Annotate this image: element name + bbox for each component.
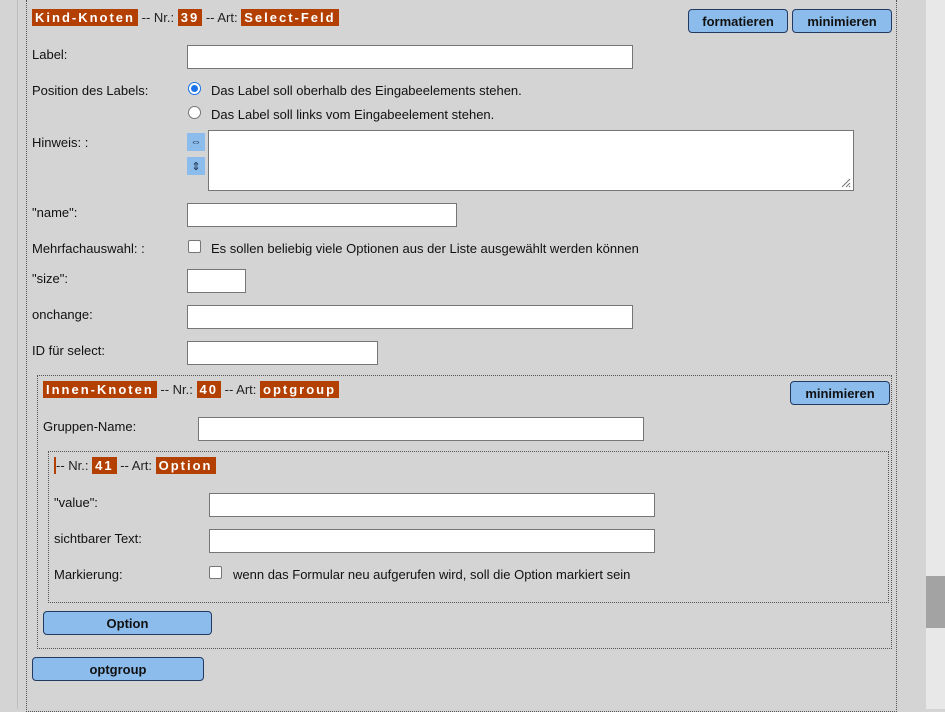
id-input[interactable] bbox=[187, 341, 378, 365]
scrollbar-thumb[interactable] bbox=[926, 576, 945, 628]
group-name-label: Gruppen-Name: bbox=[43, 419, 137, 434]
option-node-art-label: -- Art: bbox=[120, 458, 152, 473]
multiple-option-label: Es sollen beliebig viele Optionen aus de… bbox=[211, 241, 639, 256]
marking-option-label: wenn das Formular neu aufgerufen wird, s… bbox=[233, 567, 631, 582]
size-input[interactable] bbox=[187, 269, 246, 293]
add-option-button[interactable]: Option bbox=[43, 611, 212, 635]
inner-node-art-label: -- Art: bbox=[224, 382, 257, 397]
id-label: ID für select: bbox=[32, 343, 105, 358]
multiple-label: Mehrfachauswahl: : bbox=[32, 241, 145, 256]
value-label: "value": bbox=[54, 495, 98, 510]
size-label: "size": bbox=[32, 271, 68, 286]
inner-node-header: Innen-Knoten -- Nr.: 40 -- Art: optgroup bbox=[43, 381, 340, 398]
resize-grip-icon[interactable] bbox=[839, 176, 851, 188]
hint-textarea[interactable] bbox=[208, 130, 854, 191]
option-node-nr-label: -- Nr.: bbox=[56, 458, 89, 473]
position-label: Position des Labels: bbox=[32, 83, 149, 98]
label-input[interactable] bbox=[187, 45, 633, 69]
inner-node-art-value: optgroup bbox=[260, 381, 340, 398]
option-node-header: -- Nr.: 41 -- Art: Option bbox=[54, 457, 216, 474]
onchange-input[interactable] bbox=[187, 305, 633, 329]
name-label: "name": bbox=[32, 205, 78, 220]
child-node-header: Kind-Knoten -- Nr.: 39 -- Art: Select-Fe… bbox=[32, 9, 339, 26]
position-above-label: Das Label soll oberhalb des Eingabeeleme… bbox=[211, 83, 522, 98]
position-left-radio[interactable] bbox=[188, 106, 201, 119]
multiple-checkbox[interactable] bbox=[188, 240, 201, 253]
node-art-label: -- Art: bbox=[205, 10, 238, 25]
option-node-nr-value: 41 bbox=[92, 457, 117, 474]
resize-horizontal-icon[interactable]: ⇔ bbox=[187, 133, 205, 151]
node-art-value: Select-Feld bbox=[241, 9, 339, 26]
visible-text-label: sichtbarer Text: bbox=[54, 531, 142, 546]
visible-text-input[interactable] bbox=[209, 529, 655, 553]
node-type-tag: Kind-Knoten bbox=[32, 9, 138, 26]
node-nr-label: -- Nr.: bbox=[141, 10, 175, 25]
option-node-art-value: Option bbox=[155, 457, 216, 474]
label-field-label: Label: bbox=[32, 47, 68, 62]
marking-checkbox[interactable] bbox=[209, 566, 222, 579]
group-name-input[interactable] bbox=[198, 417, 644, 441]
outer-left-border bbox=[17, 0, 18, 709]
inner-node-nr-value: 40 bbox=[196, 381, 221, 398]
minimize-button[interactable]: minimieren bbox=[792, 9, 892, 33]
value-input[interactable] bbox=[209, 493, 655, 517]
inner-node-type-tag: Innen-Knoten bbox=[43, 381, 157, 398]
resize-vertical-icon[interactable]: ⇕ bbox=[187, 157, 205, 175]
hint-label: Hinweis: : bbox=[32, 135, 89, 150]
inner-node-nr-label: -- Nr.: bbox=[160, 382, 193, 397]
add-optgroup-button[interactable]: optgroup bbox=[32, 657, 204, 681]
marking-label: Markierung: bbox=[54, 567, 123, 582]
inner-minimize-button[interactable]: minimieren bbox=[790, 381, 890, 405]
node-nr-value: 39 bbox=[177, 9, 203, 26]
position-above-radio[interactable] bbox=[188, 82, 201, 95]
onchange-label: onchange: bbox=[32, 307, 93, 322]
position-left-label: Das Label soll links vom Eingabeelement … bbox=[211, 107, 495, 122]
format-button[interactable]: formatieren bbox=[688, 9, 788, 33]
name-input[interactable] bbox=[187, 203, 457, 227]
